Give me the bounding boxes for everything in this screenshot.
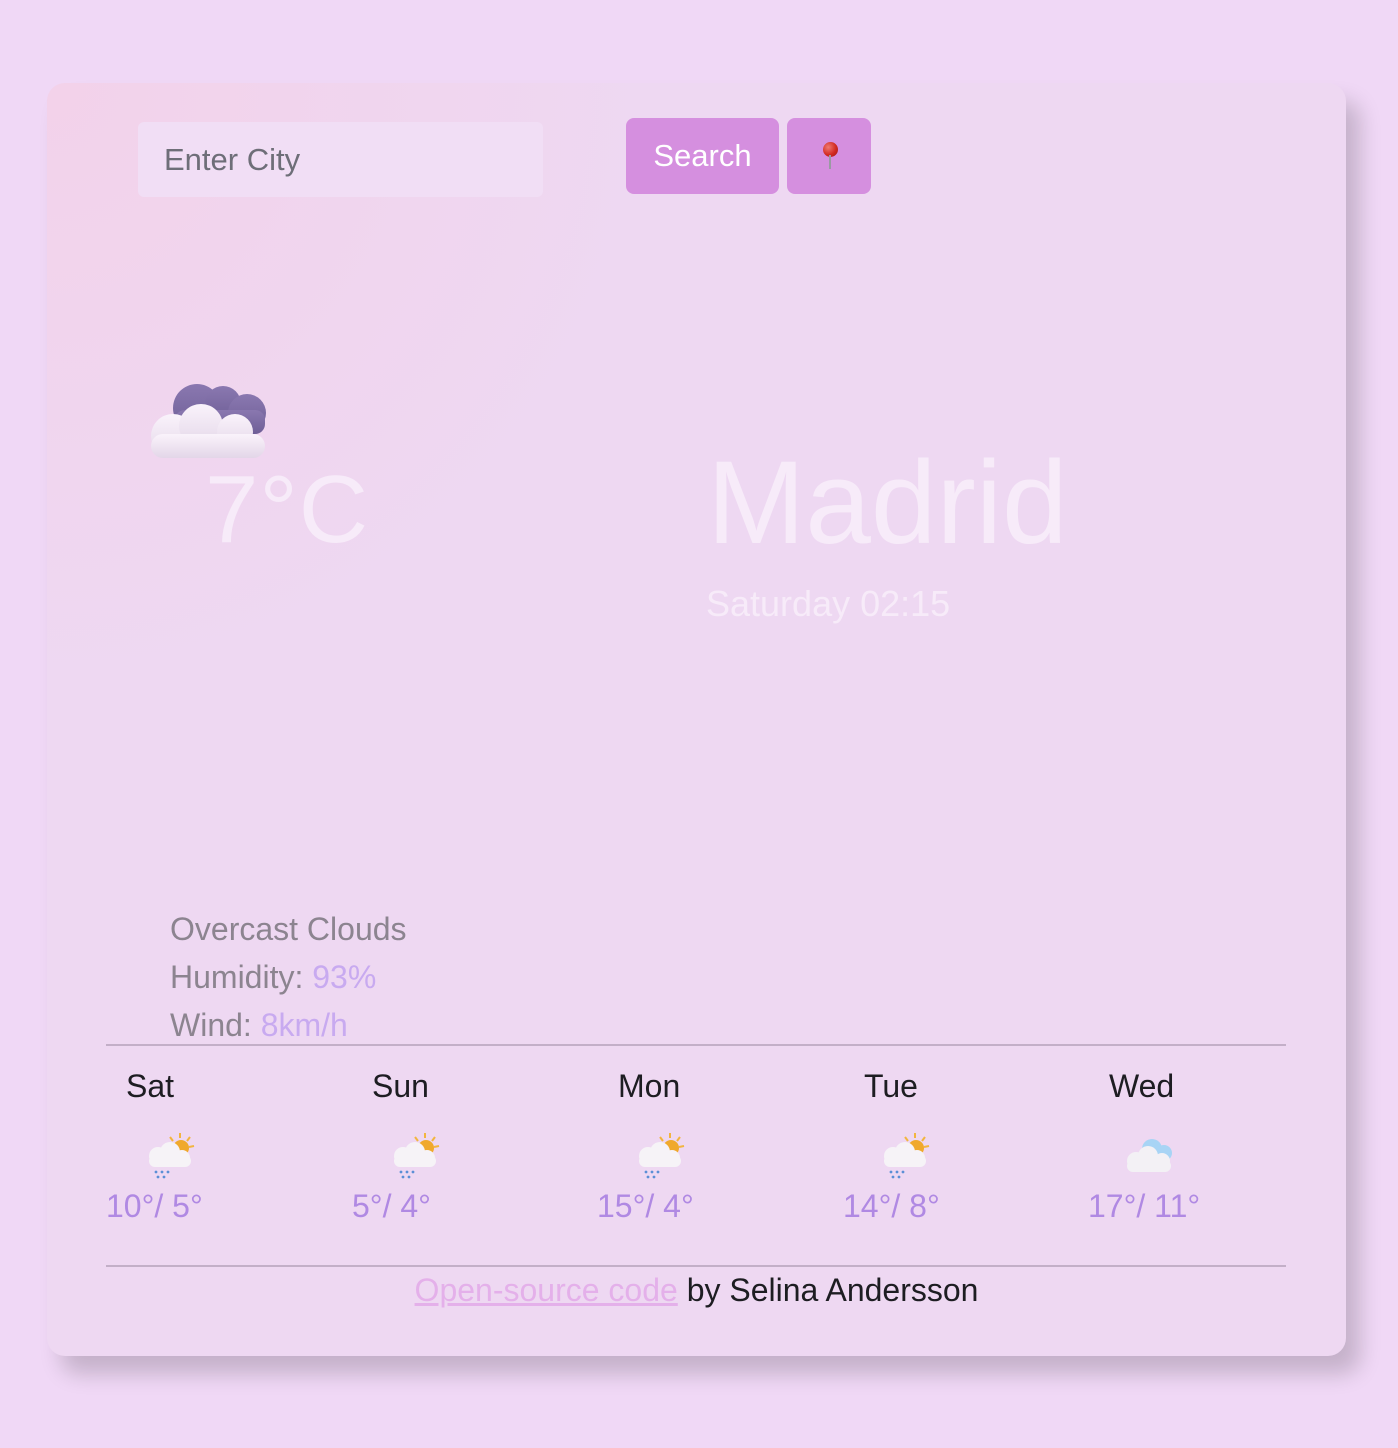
cloud-icon [1127, 1139, 1172, 1172]
divider-bottom [106, 1265, 1286, 1267]
weather-details: Overcast Clouds Humidity: 93% Wind: 8km/… [170, 905, 407, 1049]
forecast-temps: 5°/ 4° [352, 1188, 431, 1224]
round-pushpin-icon [821, 142, 838, 170]
wind-row: Wind: 8km/h [170, 1001, 407, 1049]
wind-value: 8km/h [260, 1007, 348, 1043]
weather-card: Search [47, 83, 1346, 1356]
author-credit: by Selina Andersson [677, 1272, 979, 1308]
current-datetime: Saturday 02:15 [706, 583, 951, 624]
search-button[interactable]: Search [626, 118, 779, 194]
forecast-temps: 14°/ 8° [843, 1188, 940, 1224]
forecast-day-name: Mon [618, 1068, 681, 1104]
humidity-row: Humidity: 93% [170, 953, 407, 1001]
forecast-day-name: Sun [372, 1068, 429, 1104]
current-location-button[interactable] [787, 118, 871, 194]
wind-label: Wind: [170, 1007, 261, 1043]
sun-behind-rain-cloud-icon [639, 1133, 685, 1179]
sun-behind-rain-cloud-icon [394, 1133, 440, 1179]
forecast-temps: 17°/ 11° [1088, 1188, 1201, 1224]
divider-top [106, 1044, 1286, 1046]
city-search-input[interactable] [138, 122, 543, 197]
forecast-day-name: Sat [126, 1068, 175, 1104]
footer: Open-source code by Selina Andersson [47, 1272, 1346, 1309]
forecast-day-name: Wed [1109, 1068, 1175, 1104]
city-name: Madrid [707, 437, 1068, 569]
forecast-temps: 15°/ 4° [597, 1188, 694, 1224]
forecast-temps: 10°/ 5° [106, 1188, 203, 1224]
humidity-value: 93% [312, 959, 377, 995]
weather-description: Overcast Clouds [170, 911, 407, 947]
sun-behind-rain-cloud-icon [884, 1133, 930, 1179]
sun-behind-rain-cloud-icon [149, 1133, 195, 1179]
open-source-link[interactable]: Open-source code [415, 1272, 678, 1308]
forecast-day-name: Tue [864, 1068, 918, 1104]
humidity-label: Humidity: [170, 959, 313, 995]
current-temperature: 7°C [205, 456, 370, 563]
